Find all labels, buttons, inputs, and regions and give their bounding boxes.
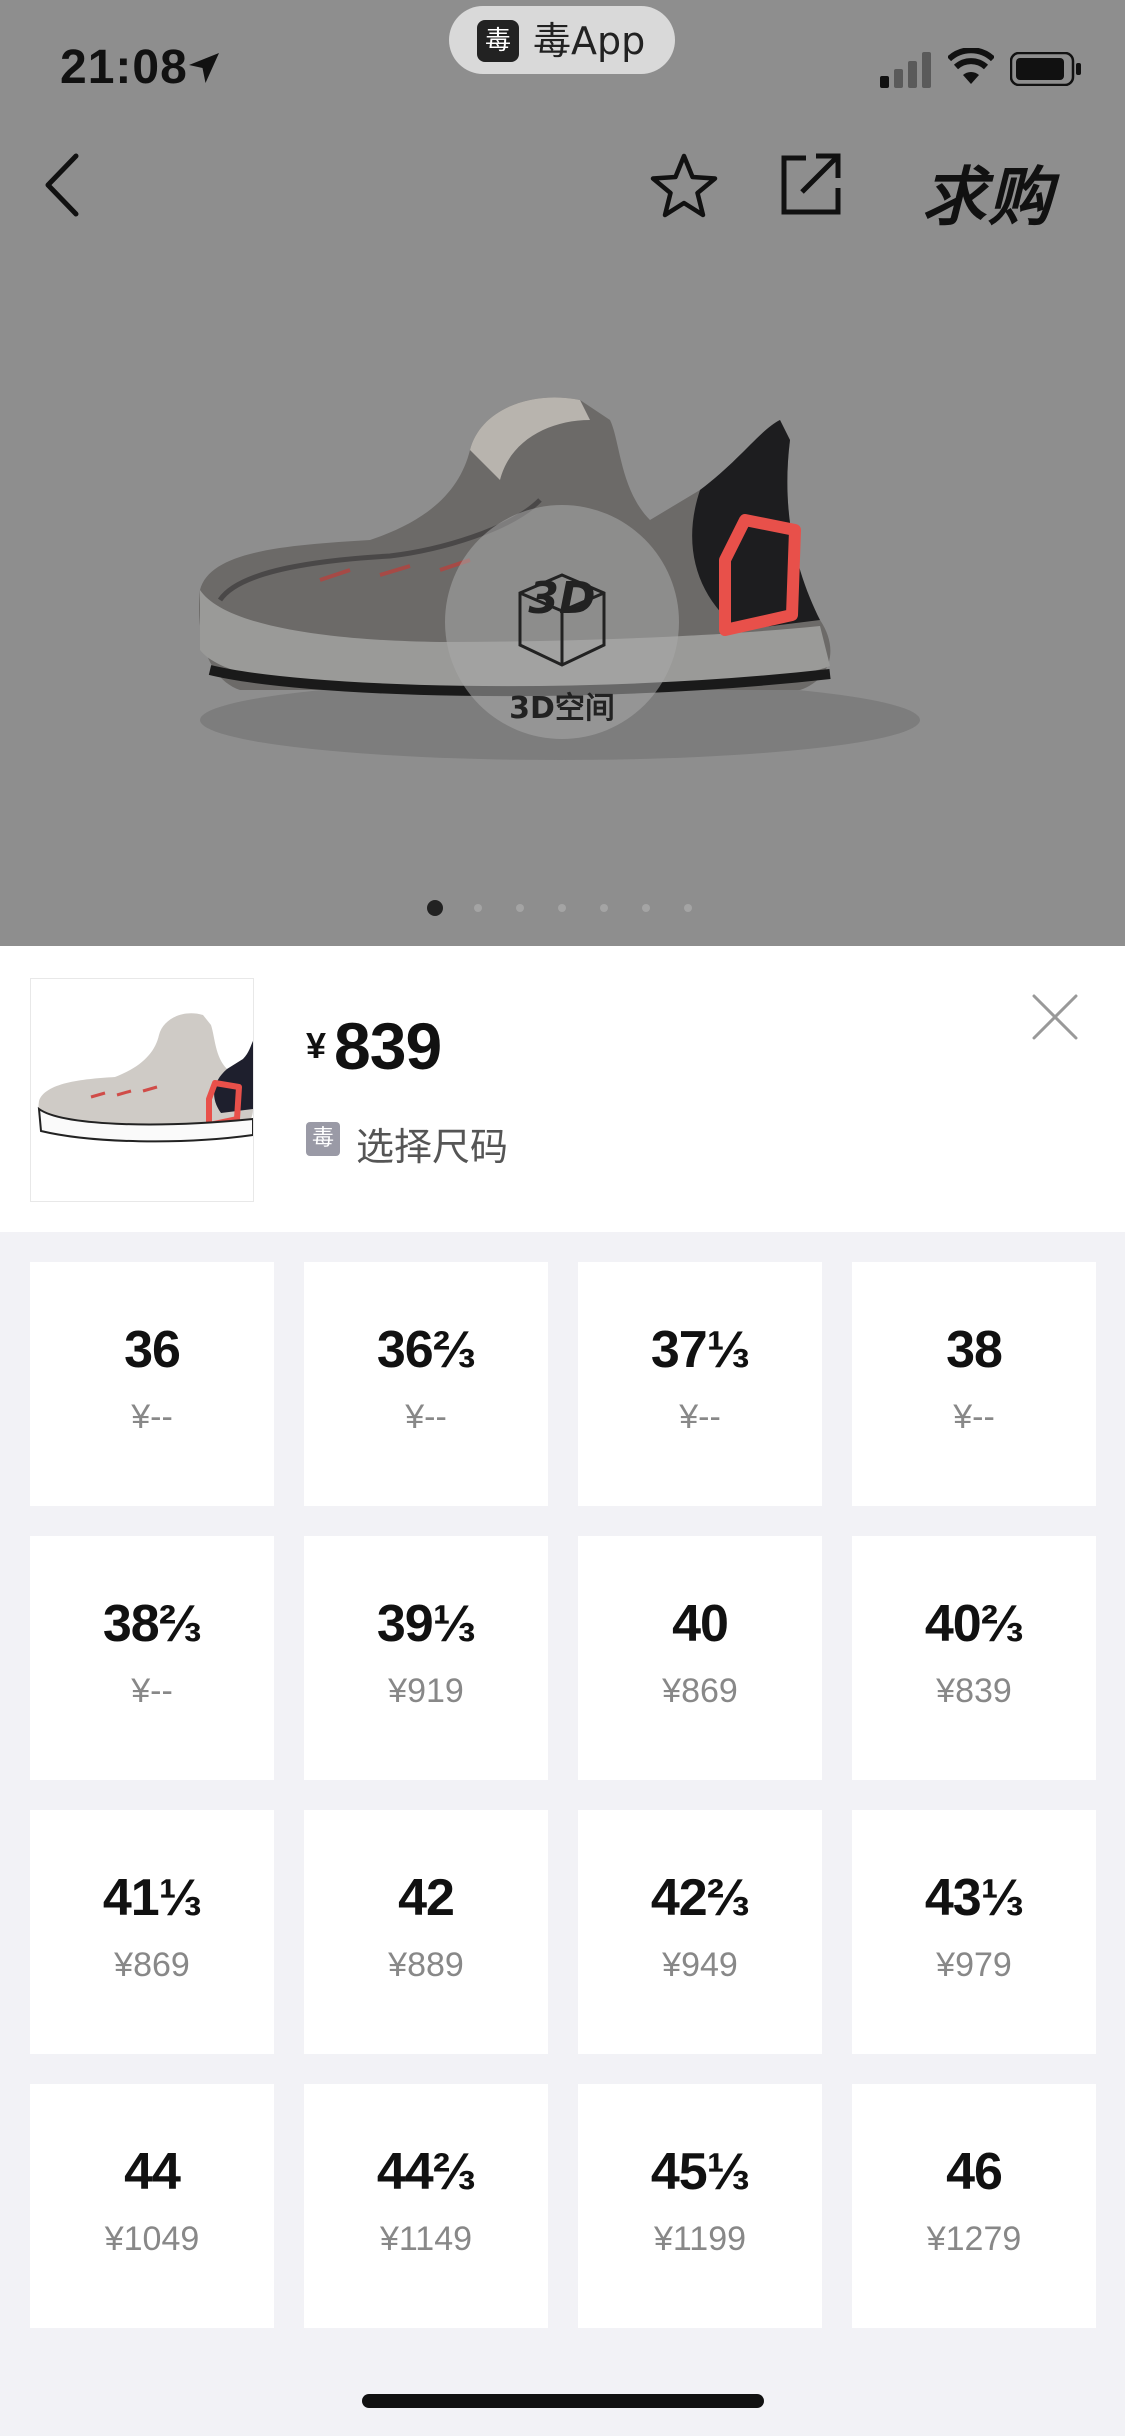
size-option[interactable]: 43⅓ ¥979 [852, 1810, 1096, 2054]
size-option[interactable]: 42 ¥889 [304, 1810, 548, 2054]
want-to-buy-button[interactable]: 求购 [922, 146, 1054, 238]
size-price: ¥-- [953, 1398, 995, 1436]
cube-3d-icon: 3D [518, 573, 606, 667]
size-price: ¥-- [131, 1672, 173, 1710]
size-label: 36 [124, 1321, 181, 1379]
status-bar: 21:08 毒 毒App [0, 0, 1125, 132]
size-option[interactable]: 44 ¥1049 [30, 2084, 274, 2328]
location-arrow-icon [189, 53, 219, 83]
pager-dot[interactable] [558, 904, 566, 912]
product-thumbnail [30, 978, 254, 1202]
status-time: 21:08 [60, 41, 188, 94]
size-price: ¥889 [388, 1946, 464, 1984]
size-price: ¥1049 [104, 2220, 200, 2258]
size-option[interactable]: 38⅔ ¥-- [30, 1536, 274, 1780]
battery-icon [1010, 52, 1081, 86]
size-label: 37⅓ [650, 1321, 750, 1379]
size-label: 38 [946, 1321, 1003, 1379]
size-label: 40⅔ [924, 1595, 1024, 1653]
size-label: 36⅔ [376, 1321, 476, 1379]
size-label: 42⅔ [650, 1869, 750, 1927]
size-price: ¥-- [679, 1398, 721, 1436]
pager-dot[interactable] [474, 904, 482, 912]
size-price: ¥-- [405, 1398, 447, 1436]
back-to-app-pill[interactable]: 毒 毒App [449, 6, 675, 74]
size-price: ¥869 [662, 1672, 738, 1710]
app-logo-icon: 毒 [477, 20, 519, 62]
view-3d-label: 3D空间 [509, 691, 615, 726]
pager-dot[interactable] [642, 904, 650, 912]
product-hero: 21:08 毒 毒App 求购 3D 3D空间 [0, 0, 1125, 946]
image-pager [0, 900, 1125, 920]
home-indicator[interactable] [362, 2394, 764, 2408]
size-option[interactable]: 41⅓ ¥869 [30, 1810, 274, 2054]
size-price: ¥839 [936, 1672, 1012, 1710]
size-label: 42 [398, 1869, 455, 1927]
size-label: 46 [946, 2143, 1003, 2201]
price-currency: ¥ [306, 1025, 327, 1066]
wifi-icon [948, 48, 994, 84]
size-option[interactable]: 40 ¥869 [578, 1536, 822, 1780]
size-price: ¥869 [114, 1946, 190, 1984]
size-option[interactable]: 45⅓ ¥1199 [578, 2084, 822, 2328]
svg-text:3D: 3D [528, 573, 595, 624]
size-option[interactable]: 37⅓ ¥-- [578, 1262, 822, 1506]
size-option[interactable]: 42⅔ ¥949 [578, 1810, 822, 2054]
size-label: 44 [124, 2143, 181, 2201]
close-icon[interactable] [1030, 992, 1080, 1042]
size-option[interactable]: 38 ¥-- [852, 1262, 1096, 1506]
size-label: 44⅔ [376, 2143, 476, 2201]
size-label: 38⅔ [102, 1595, 202, 1653]
select-size-label: 选择尺码 [356, 1125, 509, 1169]
share-icon[interactable] [776, 150, 844, 218]
pager-dot[interactable] [684, 904, 692, 912]
view-3d-button[interactable]: 3D 3D空间 [445, 505, 679, 739]
back-chevron-icon[interactable] [40, 150, 84, 220]
size-label: 40 [672, 1595, 729, 1653]
shoe-thumbnail-image [37, 1013, 254, 1143]
pager-dot[interactable] [516, 904, 524, 912]
size-price: ¥919 [388, 1672, 464, 1710]
size-price: ¥1199 [653, 2220, 747, 2258]
size-grid: 36 ¥-- 36⅔ ¥-- 37⅓ ¥-- 38 ¥-- 38⅔ ¥-- 39… [30, 1262, 1096, 2328]
size-label: 39⅓ [376, 1595, 476, 1653]
current-price: ¥839 [306, 1008, 442, 1084]
size-option[interactable]: 36 ¥-- [30, 1262, 274, 1506]
size-sheet-header: ¥839 毒 选择尺码 [0, 946, 1125, 1232]
size-label: 43⅓ [924, 1869, 1024, 1927]
size-option[interactable]: 46 ¥1279 [852, 2084, 1096, 2328]
size-option[interactable]: 39⅓ ¥919 [304, 1536, 548, 1780]
pager-dot[interactable] [427, 900, 443, 916]
size-option[interactable]: 40⅔ ¥839 [852, 1536, 1096, 1780]
size-label: 41⅓ [102, 1869, 202, 1927]
size-price: ¥1149 [379, 2220, 473, 2258]
size-price: ¥949 [662, 1946, 738, 1984]
size-option[interactable]: 36⅔ ¥-- [304, 1262, 548, 1506]
size-price: ¥1279 [926, 2220, 1022, 2258]
size-label: 45⅓ [650, 2143, 750, 2201]
brand-badge-icon: 毒 [306, 1122, 340, 1156]
price-value: 839 [334, 1009, 442, 1083]
signal-icon [880, 52, 931, 88]
star-icon[interactable] [648, 150, 720, 222]
pager-dot[interactable] [600, 904, 608, 912]
size-price: ¥-- [131, 1398, 173, 1436]
app-pill-label: 毒App [533, 19, 646, 63]
size-option[interactable]: 44⅔ ¥1149 [304, 2084, 548, 2328]
size-price: ¥979 [936, 1946, 1012, 1984]
